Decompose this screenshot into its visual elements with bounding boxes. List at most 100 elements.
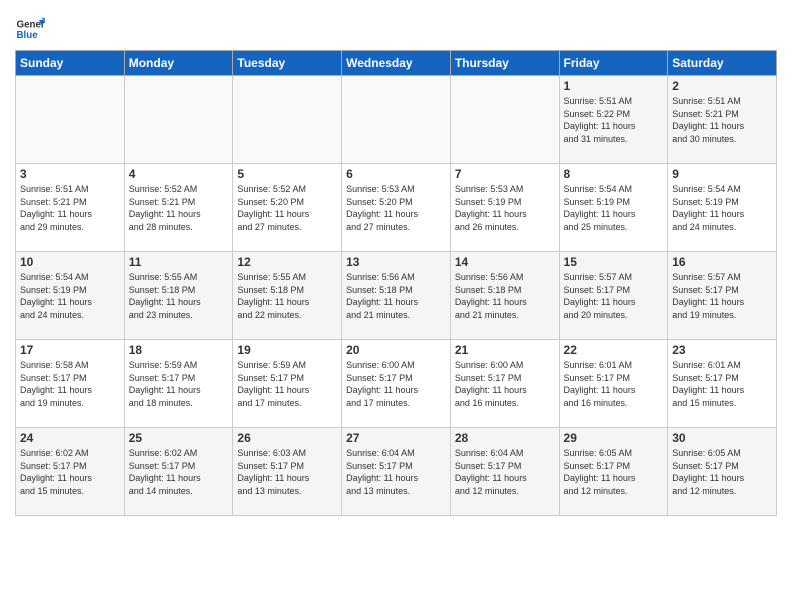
col-header-friday: Friday <box>559 51 668 76</box>
day-number: 14 <box>455 255 555 269</box>
day-number: 15 <box>564 255 664 269</box>
day-info: Sunrise: 5:59 AM Sunset: 5:17 PM Dayligh… <box>129 359 229 409</box>
day-cell: 27 Sunrise: 6:04 AM Sunset: 5:17 PM Dayli… <box>342 428 451 516</box>
day-info: Sunrise: 6:02 AM Sunset: 5:17 PM Dayligh… <box>129 447 229 497</box>
day-cell: 21Sunrise: 6:00 AM Sunset: 5:17 PM Dayli… <box>450 340 559 428</box>
week-row-1: 1 Sunrise: 5:51 AM Sunset: 5:22 PM Daylig… <box>16 76 777 164</box>
day-number: 9 <box>672 167 772 181</box>
day-info: Sunrise: 5:51 AM Sunset: 5:22 PM Dayligh… <box>564 95 664 145</box>
day-info: Sunrise: 6:05 AM Sunset: 5:17 PM Dayligh… <box>672 447 772 497</box>
col-header-wednesday: Wednesday <box>342 51 451 76</box>
day-info: Sunrise: 6:02 AM Sunset: 5:17 PM Dayligh… <box>20 447 120 497</box>
day-cell: 26 Sunrise: 6:03 AM Sunset: 5:17 PM Dayli… <box>233 428 342 516</box>
day-number: 11 <box>129 255 229 269</box>
col-header-saturday: Saturday <box>668 51 777 76</box>
day-cell: 4 Sunrise: 5:52 AM Sunset: 5:21 PM Daylig… <box>124 164 233 252</box>
col-header-monday: Monday <box>124 51 233 76</box>
day-info: Sunrise: 6:03 AM Sunset: 5:17 PM Dayligh… <box>237 447 337 497</box>
day-info: Sunrise: 5:58 AM Sunset: 5:17 PM Dayligh… <box>20 359 120 409</box>
col-header-sunday: Sunday <box>16 51 125 76</box>
day-number: 29 <box>564 431 664 445</box>
day-info: Sunrise: 5:51 AM Sunset: 5:21 PM Dayligh… <box>20 183 120 233</box>
day-cell: 28 Sunrise: 6:04 AM Sunset: 5:17 PM Dayli… <box>450 428 559 516</box>
day-cell <box>342 76 451 164</box>
svg-text:Blue: Blue <box>17 30 39 41</box>
day-info: Sunrise: 5:57 AM Sunset: 5:17 PM Dayligh… <box>672 271 772 321</box>
day-number: 28 <box>455 431 555 445</box>
day-number: 19 <box>237 343 337 357</box>
day-number: 26 <box>237 431 337 445</box>
header: General Blue <box>15 10 777 44</box>
day-cell: 20 Sunrise: 6:00 AM Sunset: 5:17 PM Dayli… <box>342 340 451 428</box>
day-number: 7 <box>455 167 555 181</box>
day-number: 5 <box>237 167 337 181</box>
day-info: Sunrise: 5:52 AM Sunset: 5:20 PM Dayligh… <box>237 183 337 233</box>
week-row-2: 3 Sunrise: 5:51 AM Sunset: 5:21 PM Daylig… <box>16 164 777 252</box>
day-cell: 16Sunrise: 5:57 AM Sunset: 5:17 PM Dayli… <box>668 252 777 340</box>
day-number: 27 <box>346 431 446 445</box>
day-cell <box>450 76 559 164</box>
day-cell: 22Sunrise: 6:01 AM Sunset: 5:17 PM Dayli… <box>559 340 668 428</box>
day-cell: 15 Sunrise: 5:57 AM Sunset: 5:17 PM Dayli… <box>559 252 668 340</box>
day-number: 30 <box>672 431 772 445</box>
calendar-table: SundayMondayTuesdayWednesdayThursdayFrid… <box>15 50 777 516</box>
day-info: Sunrise: 5:56 AM Sunset: 5:18 PM Dayligh… <box>346 271 446 321</box>
header-row: SundayMondayTuesdayWednesdayThursdayFrid… <box>16 51 777 76</box>
day-info: Sunrise: 5:53 AM Sunset: 5:20 PM Dayligh… <box>346 183 446 233</box>
day-number: 1 <box>564 79 664 93</box>
day-info: Sunrise: 5:53 AM Sunset: 5:19 PM Dayligh… <box>455 183 555 233</box>
day-info: Sunrise: 5:51 AM Sunset: 5:21 PM Dayligh… <box>672 95 772 145</box>
day-info: Sunrise: 5:55 AM Sunset: 5:18 PM Dayligh… <box>129 271 229 321</box>
day-info: Sunrise: 5:57 AM Sunset: 5:17 PM Dayligh… <box>564 271 664 321</box>
day-number: 10 <box>20 255 120 269</box>
day-info: Sunrise: 5:54 AM Sunset: 5:19 PM Dayligh… <box>564 183 664 233</box>
week-row-3: 10 Sunrise: 5:54 AM Sunset: 5:19 PM Dayli… <box>16 252 777 340</box>
day-cell: 11 Sunrise: 5:55 AM Sunset: 5:18 PM Dayli… <box>124 252 233 340</box>
day-info: Sunrise: 5:59 AM Sunset: 5:17 PM Dayligh… <box>237 359 337 409</box>
day-cell: 10 Sunrise: 5:54 AM Sunset: 5:19 PM Dayli… <box>16 252 125 340</box>
day-info: Sunrise: 5:56 AM Sunset: 5:18 PM Dayligh… <box>455 271 555 321</box>
day-info: Sunrise: 6:00 AM Sunset: 5:17 PM Dayligh… <box>455 359 555 409</box>
day-cell: 13Sunrise: 5:56 AM Sunset: 5:18 PM Dayli… <box>342 252 451 340</box>
day-info: Sunrise: 5:54 AM Sunset: 5:19 PM Dayligh… <box>20 271 120 321</box>
day-cell: 24Sunrise: 6:02 AM Sunset: 5:17 PM Dayli… <box>16 428 125 516</box>
day-cell: 2 Sunrise: 5:51 AM Sunset: 5:21 PM Daylig… <box>668 76 777 164</box>
day-cell: 29 Sunrise: 6:05 AM Sunset: 5:17 PM Dayli… <box>559 428 668 516</box>
day-info: Sunrise: 6:05 AM Sunset: 5:17 PM Dayligh… <box>564 447 664 497</box>
day-info: Sunrise: 6:04 AM Sunset: 5:17 PM Dayligh… <box>455 447 555 497</box>
day-info: Sunrise: 6:01 AM Sunset: 5:17 PM Dayligh… <box>564 359 664 409</box>
day-number: 25 <box>129 431 229 445</box>
day-cell: 12 Sunrise: 5:55 AM Sunset: 5:18 PM Dayli… <box>233 252 342 340</box>
week-row-4: 17 Sunrise: 5:58 AM Sunset: 5:17 PM Dayli… <box>16 340 777 428</box>
day-cell: 8Sunrise: 5:54 AM Sunset: 5:19 PM Daylig… <box>559 164 668 252</box>
day-cell: 23Sunrise: 6:01 AM Sunset: 5:17 PM Dayli… <box>668 340 777 428</box>
page: General Blue SundayMondayTuesdayWednesda… <box>0 0 792 526</box>
day-info: Sunrise: 6:04 AM Sunset: 5:17 PM Dayligh… <box>346 447 446 497</box>
day-cell: 17 Sunrise: 5:58 AM Sunset: 5:17 PM Dayli… <box>16 340 125 428</box>
day-cell: 19 Sunrise: 5:59 AM Sunset: 5:17 PM Dayli… <box>233 340 342 428</box>
day-info: Sunrise: 6:00 AM Sunset: 5:17 PM Dayligh… <box>346 359 446 409</box>
day-number: 2 <box>672 79 772 93</box>
day-cell: 18Sunrise: 5:59 AM Sunset: 5:17 PM Dayli… <box>124 340 233 428</box>
day-cell <box>233 76 342 164</box>
day-number: 17 <box>20 343 120 357</box>
day-cell: 3 Sunrise: 5:51 AM Sunset: 5:21 PM Daylig… <box>16 164 125 252</box>
logo: General Blue <box>15 14 45 44</box>
day-number: 20 <box>346 343 446 357</box>
day-cell: 7 Sunrise: 5:53 AM Sunset: 5:19 PM Daylig… <box>450 164 559 252</box>
day-cell: 1 Sunrise: 5:51 AM Sunset: 5:22 PM Daylig… <box>559 76 668 164</box>
day-cell <box>124 76 233 164</box>
day-info: Sunrise: 5:52 AM Sunset: 5:21 PM Dayligh… <box>129 183 229 233</box>
day-cell <box>16 76 125 164</box>
day-info: Sunrise: 5:55 AM Sunset: 5:18 PM Dayligh… <box>237 271 337 321</box>
day-number: 6 <box>346 167 446 181</box>
day-number: 23 <box>672 343 772 357</box>
day-info: Sunrise: 5:54 AM Sunset: 5:19 PM Dayligh… <box>672 183 772 233</box>
day-cell: 30 Sunrise: 6:05 AM Sunset: 5:17 PM Dayli… <box>668 428 777 516</box>
day-number: 4 <box>129 167 229 181</box>
day-cell: 9 Sunrise: 5:54 AM Sunset: 5:19 PM Daylig… <box>668 164 777 252</box>
day-number: 12 <box>237 255 337 269</box>
day-cell: 25 Sunrise: 6:02 AM Sunset: 5:17 PM Dayli… <box>124 428 233 516</box>
day-number: 3 <box>20 167 120 181</box>
day-cell: 6 Sunrise: 5:53 AM Sunset: 5:20 PM Daylig… <box>342 164 451 252</box>
